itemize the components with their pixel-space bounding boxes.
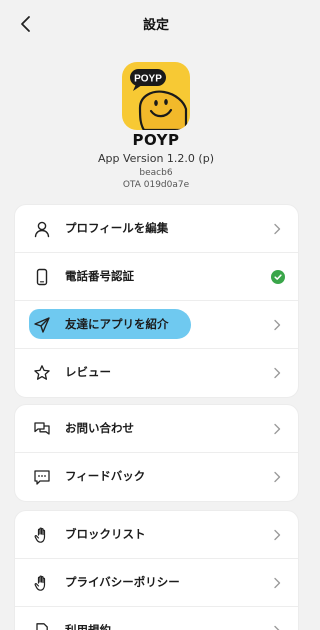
row-label: プロフィールを編集 (65, 221, 169, 235)
row-contact[interactable]: お問い合わせ (15, 405, 298, 453)
row-label: ブロックリスト (65, 527, 146, 541)
row-privacy-policy[interactable]: プライバシーポリシー (15, 559, 298, 607)
page-title: 設定 (142, 18, 169, 33)
row-terms[interactable]: 利用規約 (15, 607, 298, 630)
row-feedback[interactable]: フィードバック (15, 453, 298, 501)
settings-section-legal: ブロックリスト プライバシーポリシー 利用規約 (14, 510, 299, 630)
chevron-right-icon (274, 423, 281, 435)
send-icon (32, 315, 52, 335)
star-icon (32, 363, 52, 383)
chevron-right-icon (274, 223, 281, 235)
chevron-right-icon (274, 577, 281, 589)
feedback-icon (32, 467, 52, 487)
row-edit-profile[interactable]: プロフィールを編集 (15, 205, 298, 253)
row-label: レビュー (65, 365, 111, 379)
settings-section-account: プロフィールを編集 電話番号認証 友達にアプリを紹介 レビュー (14, 204, 299, 398)
document-icon (32, 621, 52, 630)
row-invite-friends[interactable]: 友達にアプリを紹介 (15, 301, 298, 349)
verified-check-icon (271, 270, 285, 284)
row-label: 利用規約 (65, 623, 111, 630)
chevron-right-icon (274, 319, 281, 331)
svg-text:POYP: POYP (134, 74, 162, 85)
chevron-right-icon (274, 367, 281, 379)
row-label: お問い合わせ (65, 421, 134, 435)
row-label: 電話番号認証 (65, 269, 134, 283)
app-logo: POYP (122, 62, 190, 130)
row-label: プライバシーポリシー (65, 575, 180, 589)
row-review[interactable]: レビュー (15, 349, 298, 397)
build-hash: beacb6 (139, 168, 173, 178)
row-label: 友達にアプリを紹介 (65, 317, 169, 331)
chat-icon (32, 419, 52, 439)
chevron-right-icon (274, 471, 281, 483)
person-icon (32, 219, 52, 239)
hand-icon (32, 525, 52, 545)
header: 設定 (0, 0, 312, 48)
row-phone-verification[interactable]: 電話番号認証 (15, 253, 298, 301)
app-name: POYP (132, 131, 180, 149)
app-version: App Version 1.2.0 (p) (98, 152, 214, 165)
settings-section-support: お問い合わせ フィードバック (14, 404, 299, 502)
chevron-right-icon (274, 625, 280, 630)
row-block-list[interactable]: ブロックリスト (15, 511, 298, 559)
row-label: フィードバック (65, 469, 146, 483)
phone-icon (32, 267, 52, 287)
ota-version: OTA 019d0a7e (122, 180, 190, 190)
hand-icon (32, 573, 52, 593)
chevron-right-icon (274, 529, 281, 541)
build-info: beacb6 OTA 019d0a7e (0, 167, 312, 191)
